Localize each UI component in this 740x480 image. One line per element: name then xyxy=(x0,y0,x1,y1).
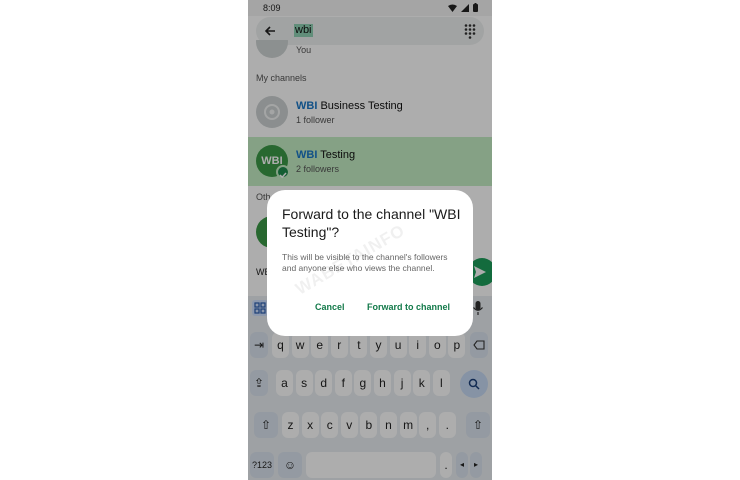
cancel-button[interactable]: Cancel xyxy=(315,302,345,312)
forward-confirm-dialog: WABETAINFO Forward to the channel "WBI T… xyxy=(267,190,473,336)
forward-to-channel-button[interactable]: Forward to channel xyxy=(367,302,450,312)
dialog-title: Forward to the channel "WBI Testing"? xyxy=(282,206,461,240)
dialog-body: This will be visible to the channel's fo… xyxy=(282,252,448,273)
